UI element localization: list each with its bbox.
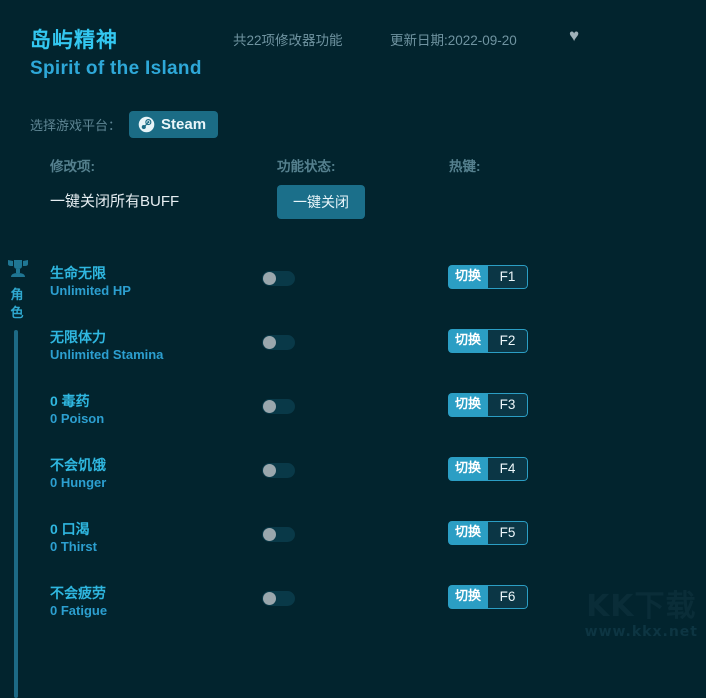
cheat-toggle[interactable]: [262, 271, 295, 286]
hotkey-key-label: F4: [488, 457, 529, 481]
platform-selector: 选择游戏平台： Steam: [30, 111, 219, 138]
cheat-name-group: 不会饥饿 0 Hunger: [50, 457, 106, 491]
update-date-label: 更新日期:2022-09-20: [390, 33, 517, 48]
cheat-name-group: 无限体力 Unlimited Stamina: [50, 329, 163, 363]
disable-all-buffs-row: 一键关闭所有BUFF 一键关闭: [0, 185, 706, 230]
cheat-name-group: 生命无限 Unlimited HP: [50, 265, 131, 299]
hotkey-key-label: F2: [488, 329, 529, 353]
table-row: 生命无限 Unlimited HP 切换 F1: [0, 258, 706, 322]
hotkey-button[interactable]: 切换 F5: [448, 521, 529, 545]
hotkey-key-label: F1: [488, 265, 529, 289]
cheat-name-en: 0 Fatigue: [50, 603, 108, 618]
table-row: 无限体力 Unlimited Stamina 切换 F2: [0, 322, 706, 386]
cheat-toggle[interactable]: [262, 335, 295, 350]
cheat-name-cn: 生命无限: [50, 265, 106, 281]
steam-platform-button[interactable]: Steam: [129, 111, 219, 138]
disable-all-buffs-label: 一键关闭所有BUFF: [50, 193, 180, 210]
page-subtitle: Spirit of the Island: [30, 58, 202, 79]
cheat-name-en: 0 Poison: [50, 411, 105, 426]
toggle-knob: [263, 592, 276, 605]
cheat-name-cn: 不会疲劳: [50, 585, 106, 601]
cheat-name-cn: 不会饥饿: [50, 457, 106, 473]
table-row: 0 毒药 0 Poison 切换 F3: [0, 386, 706, 450]
feature-count-label: 共22项修改器功能: [233, 33, 343, 48]
cheat-toggle[interactable]: [262, 591, 295, 606]
cheat-name-en: Unlimited HP: [50, 283, 131, 298]
hotkey-button[interactable]: 切换 F2: [448, 329, 529, 353]
hotkey-action-label: 切换: [448, 393, 489, 417]
cheat-name-group: 0 毒药 0 Poison: [50, 393, 104, 427]
cheat-name-group: 0 口渴 0 Thirst: [50, 521, 97, 555]
cheat-name-group: 不会疲劳 0 Fatigue: [50, 585, 107, 619]
app-header: 岛屿精神 Spirit of the Island 共22项修改器功能 更新日期…: [0, 0, 706, 79]
cheat-name-cn: 0 毒药: [50, 393, 90, 409]
platform-label: 选择游戏平台：: [30, 118, 122, 133]
cheat-name-en: 0 Thirst: [50, 539, 97, 554]
hotkey-action-label: 切换: [448, 457, 489, 481]
hotkey-key-label: F3: [488, 393, 529, 417]
toggle-knob: [263, 272, 276, 285]
cheat-toggle[interactable]: [262, 399, 295, 414]
hotkey-button[interactable]: 切换 F4: [448, 457, 529, 481]
toggle-knob: [263, 528, 276, 541]
cheat-name-en: Unlimited Stamina: [50, 347, 164, 362]
toggle-knob: [263, 464, 276, 477]
column-header-name: 修改项:: [50, 159, 95, 174]
hotkey-button[interactable]: 切换 F3: [448, 393, 529, 417]
column-header-hotkey: 热键:: [449, 159, 481, 174]
hotkey-action-label: 切换: [448, 521, 489, 545]
cheat-name-cn: 无限体力: [50, 329, 106, 345]
cheat-toggle[interactable]: [262, 463, 295, 478]
cheat-list: 生命无限 Unlimited HP 切换 F1 无限体力 Unlimited S…: [0, 258, 706, 642]
steam-icon: [138, 116, 155, 133]
hotkey-button[interactable]: 切换 F1: [448, 265, 529, 289]
cheat-name-cn: 0 口渴: [50, 521, 90, 537]
hotkey-key-label: F5: [488, 521, 529, 545]
hotkey-action-label: 切换: [448, 585, 489, 609]
toggle-knob: [263, 400, 276, 413]
disable-all-buffs-button[interactable]: 一键关闭: [277, 185, 365, 219]
hotkey-action-label: 切换: [448, 329, 489, 353]
cheat-name-en: 0 Hunger: [50, 475, 107, 490]
heart-icon[interactable]: ♥: [569, 27, 579, 44]
hotkey-action-label: 切换: [448, 265, 489, 289]
cheat-toggle[interactable]: [262, 527, 295, 542]
steam-label: Steam: [161, 116, 207, 133]
column-headers: 修改项: 功能状态: 热键:: [0, 155, 706, 175]
table-row: 0 口渴 0 Thirst 切换 F5: [0, 514, 706, 578]
table-row: 不会疲劳 0 Fatigue 切换 F6: [0, 578, 706, 642]
column-header-status: 功能状态:: [277, 159, 336, 174]
page-title: 岛屿精神: [30, 29, 118, 52]
hotkey-key-label: F6: [488, 585, 529, 609]
toggle-knob: [263, 336, 276, 349]
table-row: 不会饥饿 0 Hunger 切换 F4: [0, 450, 706, 514]
hotkey-button[interactable]: 切换 F6: [448, 585, 529, 609]
